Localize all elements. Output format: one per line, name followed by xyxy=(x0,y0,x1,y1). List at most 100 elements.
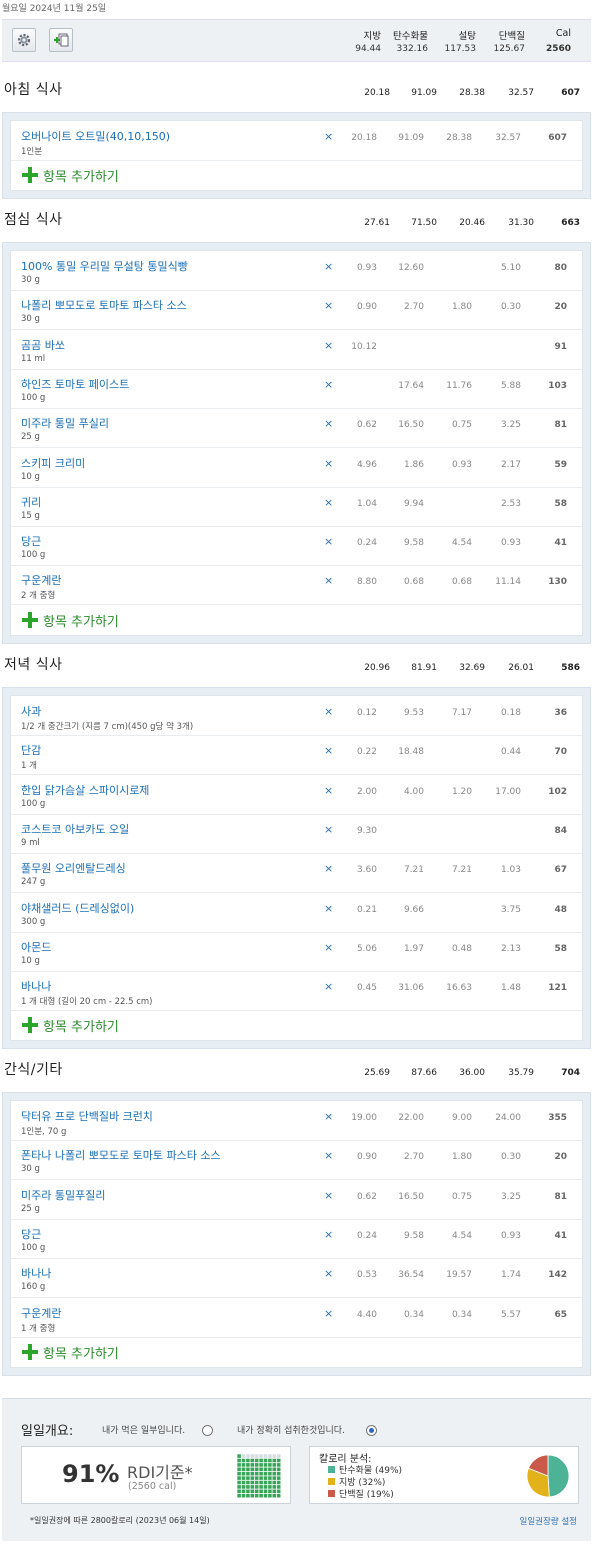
meal-total-sugar: 32.69 xyxy=(459,663,485,673)
food-name-link[interactable]: 귀리 xyxy=(21,494,41,510)
rdi-grid-cell xyxy=(237,1476,241,1480)
header-carb-label: 탄수화물 xyxy=(393,31,428,42)
pie-slice xyxy=(547,1454,570,1498)
daily-summary: 일일개요: 내가 먹은 일부입니다. 내가 정확히 섭취한것입니다. 91% R… xyxy=(2,1398,591,1541)
food-protein: 3.75 xyxy=(500,904,521,915)
food-carb: 1.97 xyxy=(403,943,424,954)
add-item-button[interactable]: 항목 추가하기 xyxy=(11,161,582,195)
rdi-grid-cell xyxy=(254,1463,259,1467)
rdi-calories: (2560 cal) xyxy=(128,1481,177,1492)
rdi-grid-cell xyxy=(259,1467,263,1472)
rdi-grid-cell xyxy=(246,1476,250,1480)
total-sugar: 117.53 xyxy=(444,44,477,54)
food-name-link[interactable]: 바나나 xyxy=(21,1265,51,1281)
food-name-link[interactable]: 오버나이트 오트밀(40,10,150) xyxy=(21,128,170,144)
food-carb: 18.48 xyxy=(398,747,424,758)
summary-title: 일일개요: xyxy=(21,1424,74,1439)
rdi-grid-cell xyxy=(263,1454,268,1458)
add-item-button[interactable]: 항목 추가하기 xyxy=(11,606,582,640)
add-item-button[interactable]: 항목 추가하기 xyxy=(11,1338,582,1372)
food-cal: 41 xyxy=(554,1230,567,1241)
food-protein: 5.88 xyxy=(500,380,521,391)
food-carb: 0.34 xyxy=(403,1309,424,1320)
food-name-link[interactable]: 닥터유 프로 단백질바 크런치 xyxy=(21,1108,153,1124)
food-name-link[interactable]: 미주라 통밀푸질리 xyxy=(21,1187,105,1203)
rdi-grid-cell xyxy=(241,1493,246,1498)
food-name-link[interactable]: 단감 xyxy=(21,742,41,758)
rdi-grid-cell xyxy=(254,1493,259,1498)
food-sugar: 7.17 xyxy=(451,708,472,718)
food-sugar: 7.21 xyxy=(451,865,472,876)
rdi-grid-cell xyxy=(246,1471,250,1476)
food-protein: 24.00 xyxy=(495,1113,521,1123)
rdi-grid-cell xyxy=(259,1476,263,1480)
settings-button[interactable] xyxy=(12,28,36,52)
food-carb: 22.00 xyxy=(398,1113,424,1123)
rdi-grid-cell xyxy=(246,1467,250,1472)
food-row: 폰타나 나폴리 뽀모도로 토마토 파스타 소스 30 g × 0.90 2.70 1.80… xyxy=(11,1140,582,1181)
food-name-link[interactable]: 사과 xyxy=(21,703,41,719)
food-protein: 0.18 xyxy=(500,708,521,718)
food-name-link[interactable]: 구운계란 xyxy=(21,1305,61,1321)
rdi-settings-link[interactable]: 일일권장량 설정 xyxy=(520,1515,577,1527)
rdi-grid-cell xyxy=(276,1493,281,1498)
food-name-link[interactable]: 풀무원 오리엔탈드레싱 xyxy=(21,860,126,876)
food-name-link[interactable]: 당근 xyxy=(21,533,41,549)
food-name-link[interactable]: 100% 통밀 우리밀 무설탕 통밀식빵 xyxy=(21,258,188,274)
food-row: 오버나이트 오트밀(40,10,150) 1인분 × 20.18 91.09 28.38 3… xyxy=(11,121,582,161)
meal-title: 아침 식사 xyxy=(4,82,63,98)
food-protein: 2.13 xyxy=(500,943,521,954)
food-name-link[interactable]: 야채샐러드 (드레싱없이) xyxy=(21,900,134,916)
meal-total-carb: 71.50 xyxy=(411,218,437,228)
meal-total-protein: 31.30 xyxy=(508,218,534,228)
header-cal-label: Cal xyxy=(555,28,571,39)
remove-food-icon[interactable]: × xyxy=(324,378,333,391)
rdi-grid-cell xyxy=(276,1480,281,1485)
food-name-link[interactable]: 미주라 통밀 푸실리 xyxy=(21,415,109,431)
rdi-grid-cell xyxy=(254,1454,259,1458)
food-name-link[interactable]: 곰곰 바쏘 xyxy=(21,337,65,353)
food-row: 100% 통밀 우리밀 무설탕 통밀식빵 30 g × 0.93 12.60 5.10 80 xyxy=(11,251,582,291)
food-name-link[interactable]: 하인즈 토마토 페이스트 xyxy=(21,376,129,392)
food-row: 당근 100 g × 0.24 9.58 4.54 0.93 41 xyxy=(11,1219,582,1259)
food-carb: 12.60 xyxy=(398,263,424,273)
food-sugar: 9.00 xyxy=(451,1113,472,1123)
meal-title: 간식/기타 xyxy=(4,1062,63,1078)
rdi-grid-cell xyxy=(250,1476,255,1480)
food-name-link[interactable]: 구운계란 xyxy=(21,572,61,588)
plus-icon xyxy=(22,611,38,628)
food-name-link[interactable]: 한입 닭가슴살 스파이시로제 xyxy=(21,782,149,798)
meal-title: 점심 식사 xyxy=(4,212,63,228)
food-name-link[interactable]: 나폴리 뽀모도로 토마토 파스타 소스 xyxy=(21,297,187,313)
food-name-link[interactable]: 바나나 xyxy=(21,978,51,994)
food-quantity: 1인분, 70 g xyxy=(21,1127,67,1137)
food-name-link[interactable]: 아몬드 xyxy=(21,939,51,955)
option-exact-radio[interactable] xyxy=(366,1425,377,1436)
food-protein: 2.17 xyxy=(500,459,521,470)
rdi-grid-cell xyxy=(250,1471,255,1476)
rdi-label: RDI기준* xyxy=(127,1463,193,1482)
food-sugar: 28.38 xyxy=(446,133,472,143)
meal-total-sugar: 28.38 xyxy=(459,88,485,98)
food-name-link[interactable]: 스키피 크리미 xyxy=(21,455,85,471)
gear-icon xyxy=(17,33,31,47)
add-item-button[interactable]: 항목 추가하기 xyxy=(11,1011,582,1045)
add-document-icon xyxy=(54,33,69,47)
food-name-link[interactable]: 코스트코 아보카도 오일 xyxy=(21,821,129,837)
option-partial-radio[interactable] xyxy=(202,1425,213,1436)
rdi-grid-cell xyxy=(276,1471,281,1476)
meal-total-cal: 704 xyxy=(561,1068,580,1078)
food-name-link[interactable]: 폰타나 나폴리 뽀모도로 토마토 파스타 소스 xyxy=(21,1147,221,1163)
food-carb: 9.58 xyxy=(403,1230,424,1241)
rdi-grid-cell xyxy=(272,1458,277,1463)
total-protein: 125.67 xyxy=(493,44,526,54)
food-name-link[interactable]: 당근 xyxy=(21,1226,41,1242)
add-food-button[interactable] xyxy=(49,28,73,52)
food-carb: 2.70 xyxy=(403,302,424,313)
meal-header: 점심 식사 27.61 71.50 20.46 31.30 663 xyxy=(0,198,600,238)
rdi-grid-cell xyxy=(250,1467,255,1472)
meal-total-carb: 91.09 xyxy=(411,88,437,98)
rdi-grid-cell xyxy=(237,1467,241,1472)
food-cal: 36 xyxy=(554,708,567,718)
rdi-grid-cell xyxy=(241,1454,246,1458)
